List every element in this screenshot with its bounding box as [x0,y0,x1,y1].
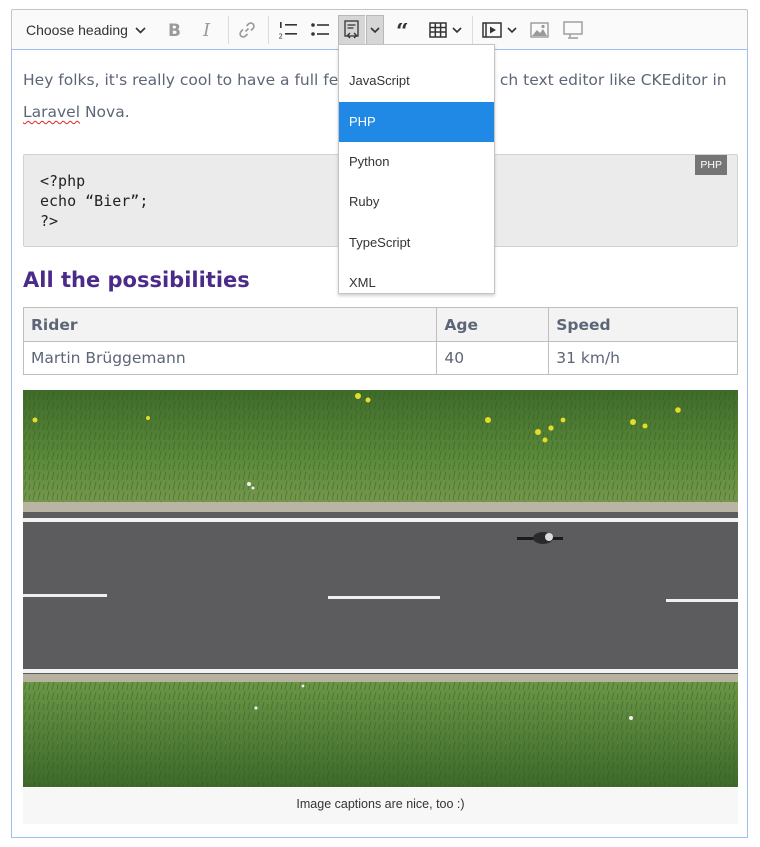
chevron-down-icon [506,26,517,34]
block-quote-icon[interactable]: “ [392,15,418,45]
code-line: <?php [40,172,86,190]
code-line: echo “Bier”; [40,192,149,210]
road-cyclist-image[interactable] [23,390,738,787]
code-block-icon[interactable] [338,15,366,45]
table-header-cell: Speed [548,307,738,342]
code-language-dropdown: JavaScript PHP Python Ruby TypeScript XM… [338,44,495,294]
code-line: ?> [40,212,59,230]
numbered-list-icon[interactable]: 2 [274,15,302,45]
table-row: Martin Brüggemann 40 31 km/h [22,341,738,375]
code-block-button[interactable] [338,15,384,45]
table-cell: Martin Brüggemann [22,341,438,375]
media-embed-dropdown[interactable] [478,15,520,45]
bold-icon[interactable]: B [162,15,186,45]
dropdown-item-python[interactable]: Python [339,142,494,182]
code-language-badge: PHP [695,155,727,175]
toolbar-separator [268,16,269,44]
paragraph-text: ch text editor like CKEditor in [499,71,727,89]
dropdown-item-php[interactable]: PHP [339,102,494,142]
dropdown-item-xml[interactable]: XML [339,263,494,293]
section-heading: All the possibilities [23,268,250,292]
heading-dropdown-label: Choose heading [26,22,128,38]
table-cell: 31 km/h [548,341,738,375]
svg-text:2: 2 [279,33,283,40]
chevron-down-icon [135,26,146,34]
paragraph-text: Hey folks, it's really cool to have a fu… [23,71,354,89]
table-header-cell: Rider [22,307,438,342]
italic-icon[interactable]: I [196,15,220,45]
table-dropdown[interactable] [424,15,466,45]
svg-text:“: “ [396,23,409,37]
table-header-row: Rider Age Speed [22,307,738,342]
chevron-down-icon[interactable] [366,15,384,45]
bulleted-list-icon[interactable] [306,15,334,45]
chevron-down-icon [451,26,462,34]
code-content: <?php echo “Bier”; ?> [40,171,148,231]
image-caption[interactable]: Image captions are nice, too :) [23,788,738,824]
image-icon[interactable] [526,15,552,45]
table-cell: 40 [436,341,550,375]
table-icon [428,22,447,38]
svg-text:B: B [168,21,181,39]
dropdown-item-ruby[interactable]: Ruby [339,182,494,222]
link-icon[interactable] [234,15,260,45]
aerial-road-photo [23,390,738,787]
media-embed-icon [481,22,502,38]
editor-toolbar: Choose heading B I 2 “ [11,9,748,49]
riders-table[interactable]: Rider Age Speed Martin Brüggemann 40 31 … [22,307,738,375]
html-embed-icon[interactable] [560,15,586,45]
heading-dropdown[interactable]: Choose heading [18,15,152,45]
table-header-cell: Age [436,307,550,342]
paragraph-text: Nova. [80,103,130,121]
dropdown-item-typescript[interactable]: TypeScript [339,223,494,263]
toolbar-separator [228,16,229,44]
dropdown-item-javascript[interactable]: JavaScript [339,61,494,101]
toolbar-separator [472,16,473,44]
misspelled-word: Laravel [23,103,81,121]
svg-text:I: I [202,21,211,39]
